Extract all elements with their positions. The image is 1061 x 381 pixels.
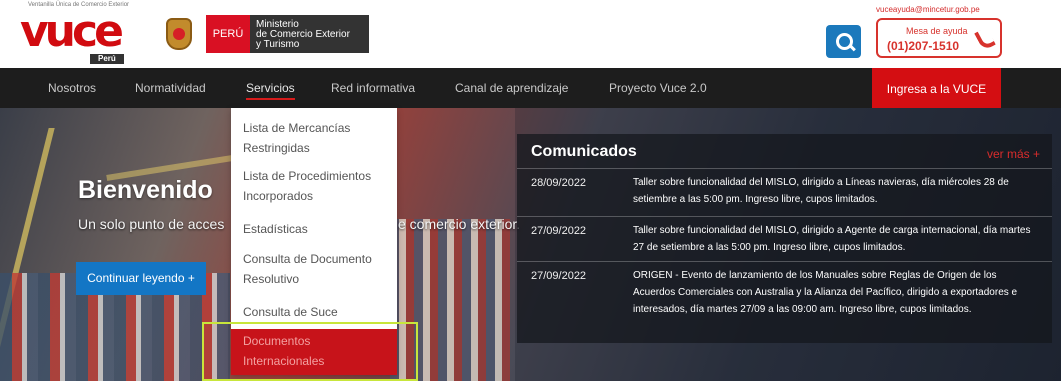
ministry-name: Ministerio de Comercio Exterior y Turism…: [250, 15, 369, 53]
hero-subtitle-left: Un solo punto de acces: [78, 216, 225, 232]
nav-nosotros[interactable]: Nosotros: [48, 68, 96, 108]
menu-item-incorporated-procedures[interactable]: Lista de Procedimientos Incorporados: [231, 166, 397, 212]
help-desk-button[interactable]: Mesa de ayuda (01)207-1510: [876, 18, 1002, 58]
menu-item-suce-query[interactable]: Consulta de Suce: [231, 302, 397, 324]
help-phone-number: (01)207-1510: [887, 39, 960, 53]
announcements-panel: Comunicados ver más + 28/09/2022 Taller …: [517, 134, 1052, 343]
help-desk-label: Mesa de ayuda: [906, 26, 968, 36]
nav-servicios[interactable]: Servicios: [246, 68, 295, 108]
menu-item-statistics[interactable]: Estadísticas: [231, 219, 397, 241]
continue-reading-button[interactable]: Continuar leyendo +: [76, 262, 206, 295]
nav-normatividad[interactable]: Normatividad: [135, 68, 206, 108]
menu-item-restricted-goods[interactable]: Lista de Mercancías Restringidas: [231, 118, 397, 164]
ingresa-vuce-button[interactable]: Ingresa a la VUCE: [872, 68, 1001, 110]
hero-subtitle-right: e comercio exterior.: [398, 216, 521, 232]
announcement-date: 27/09/2022: [531, 270, 587, 282]
vuce-logo[interactable]: vuce Perú: [18, 6, 138, 64]
services-dropdown: Lista de Mercancías Restringidas Lista d…: [231, 108, 397, 375]
announcement-date: 28/09/2022: [531, 177, 587, 189]
announcement-row[interactable]: 27/09/2022 Taller sobre funcionalidad de…: [517, 216, 1052, 261]
nav-proyecto-vuce[interactable]: Proyecto Vuce 2.0: [609, 68, 707, 108]
hero-title: Bienvenido: [78, 176, 213, 204]
announcement-text: Taller sobre funcionalidad del MISLO, di…: [633, 177, 1009, 205]
see-more-link[interactable]: ver más +: [987, 147, 1040, 161]
hero-containers-middle: [390, 219, 510, 381]
vuce-logo-text: vuce: [20, 6, 124, 57]
site-header: Ventanilla Única de Comercio Exterior vu…: [0, 0, 1061, 68]
announcements-title: Comunicados: [531, 143, 637, 160]
menu-item-resolutive-document[interactable]: Consulta de Documento Resolutivo: [231, 249, 397, 295]
nav-canal-aprendizaje[interactable]: Canal de aprendizaje: [455, 68, 568, 108]
announcement-date: 27/09/2022: [531, 225, 587, 237]
ministry-line-3: y Turismo: [256, 39, 300, 50]
announcement-row[interactable]: 27/09/2022 ORIGEN - Evento de lanzamient…: [517, 261, 1052, 341]
vuce-homepage: Ventanilla Única de Comercio Exterior vu…: [0, 0, 1061, 381]
nav-red-informativa[interactable]: Red informativa: [331, 68, 415, 108]
menu-item-international-documents[interactable]: Documentos Internacionales: [231, 329, 397, 375]
support-email[interactable]: vuceayuda@mincetur.gob.pe: [876, 5, 980, 14]
announcement-row[interactable]: 28/09/2022 Taller sobre funcionalidad de…: [517, 168, 1052, 216]
vuce-logo-country: Perú: [90, 54, 124, 64]
phone-icon: [974, 26, 996, 52]
ministry-country: PERÚ: [206, 15, 250, 53]
ministry-logo[interactable]: PERÚ Ministerio de Comercio Exterior y T…: [206, 15, 369, 53]
search-button[interactable]: [826, 25, 861, 58]
announcement-text: Taller sobre funcionalidad del MISLO, di…: [633, 225, 1031, 253]
coat-of-arms-icon: [166, 18, 192, 50]
announcement-text: ORIGEN - Evento de lanzamiento de los Ma…: [633, 270, 1018, 315]
